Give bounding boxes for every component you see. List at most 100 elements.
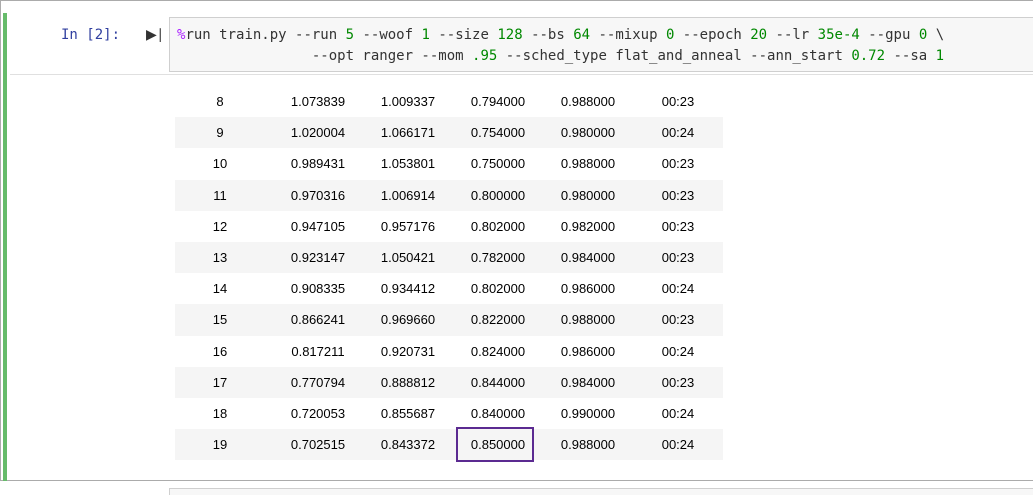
table-cell: 0.843372 <box>363 429 453 461</box>
code-token: \ <box>927 27 945 43</box>
code-token: 1 <box>421 27 430 43</box>
code-token: --opt ranger --mom <box>177 48 473 64</box>
code-token: 35e-4 <box>817 27 860 43</box>
table-cell: 0.970316 <box>273 179 363 211</box>
table-cell: 0.988000 <box>560 156 616 172</box>
code-token: --bs <box>522 27 574 43</box>
table-cell: 1.066171 <box>363 117 453 149</box>
next-code-cell[interactable] <box>169 488 1033 495</box>
code-token: --gpu <box>859 27 919 43</box>
table-cell: 0.782000 <box>453 241 543 274</box>
code-token: --sa <box>885 48 936 64</box>
table-row: 11 0.970316 1.006914 0.800000 0.980000 00:23 <box>175 179 723 211</box>
training-results-table: 8 1.073839 1.009337 0.794000 0.988000 00:23 9 1… <box>175 86 723 461</box>
table-cell: 00:23 <box>633 179 723 211</box>
code-token: 64 <box>573 27 591 43</box>
table-cell: 0.989431 <box>290 156 346 172</box>
code-token: 0.72 <box>851 48 886 64</box>
table-cell: 0.822000 <box>453 304 543 336</box>
table-cell: 1.073839 <box>290 94 346 110</box>
table-cell: 0.888812 <box>363 366 453 398</box>
epoch-cell: 10 <box>212 156 228 172</box>
table-cell: 00:23 <box>633 366 723 398</box>
code-line: %run train.py --run 5 --woof 1 --size 12… <box>177 25 1033 46</box>
table-cell: 0.770794 <box>273 366 363 398</box>
table-cell: 00:23 <box>661 94 695 110</box>
notebook-page: In [2]: ▶∣ %run train.py --run 5 --woof … <box>0 0 1033 495</box>
code-token: run train.py --run <box>185 27 346 43</box>
run-cell-icon[interactable]: ▶∣ <box>146 27 164 43</box>
table-cell: 0.802000 <box>470 281 526 297</box>
table-cell: 0.720053 <box>290 405 346 421</box>
table-cell: 0.957176 <box>380 218 436 234</box>
table-row: 12 0.947105 0.957176 0.802000 0.982000 00:23 <box>175 211 723 242</box>
table-cell: 1.050421 <box>363 241 453 274</box>
table-cell: 0.980000 <box>543 117 633 149</box>
table-row: 16 0.817211 0.920731 0.824000 0.986000 00:24 <box>175 336 723 367</box>
epoch-cell: 9 <box>175 117 273 149</box>
table-cell: 1.009337 <box>380 94 436 110</box>
code-token: --mixup <box>590 27 666 43</box>
table-cell: 00:23 <box>633 304 723 336</box>
table-row: 17 0.770794 0.888812 0.844000 0.984000 00:23 <box>175 366 723 398</box>
table-cell: 0.947105 <box>290 218 346 234</box>
table-cell: 0.800000 <box>453 179 543 211</box>
table-cell: 0.824000 <box>470 343 526 359</box>
table-row: 14 0.908335 0.934412 0.802000 0.986000 00:24 <box>175 273 723 304</box>
table-cell: 0.986000 <box>560 281 616 297</box>
table-cell: 0.802000 <box>470 218 526 234</box>
table-cell: 0.988000 <box>543 429 633 461</box>
table-cell: 00:24 <box>661 405 695 421</box>
table-row: 18 0.720053 0.855687 0.840000 0.990000 00:24 <box>175 398 723 429</box>
code-line: --opt ranger --mom .95 --sched_type flat… <box>177 46 1033 67</box>
code-editor[interactable]: %run train.py --run 5 --woof 1 --size 12… <box>169 17 1033 72</box>
table-cell: 0.750000 <box>470 156 526 172</box>
table-cell: 1.020004 <box>273 117 363 149</box>
code-token: --size <box>429 27 498 43</box>
table-cell: 00:23 <box>661 156 695 172</box>
table-cell: 0.988000 <box>560 94 616 110</box>
table-cell: 0.982000 <box>560 218 616 234</box>
table-cell: 00:23 <box>633 241 723 274</box>
table-cell: 0.908335 <box>290 281 346 297</box>
code-token: 5 <box>345 27 355 43</box>
table-cell: 1.006914 <box>363 179 453 211</box>
table-cell: 0.988000 <box>543 304 633 336</box>
table-row: 15 0.866241 0.969660 0.822000 0.988000 00:23 <box>175 304 723 336</box>
code-token: --woof <box>354 27 422 43</box>
table-cell: 00:23 <box>661 218 695 234</box>
code-token: --lr <box>767 27 818 43</box>
table-cell: 0.866241 <box>273 304 363 336</box>
table-row: 19 0.702515 0.843372 0.850000 0.988000 00:24 <box>175 429 723 461</box>
code-token: 20 <box>750 27 768 43</box>
epoch-cell: 16 <box>212 343 228 359</box>
table-cell: 00:24 <box>661 281 695 297</box>
table-cell: 0.980000 <box>543 179 633 211</box>
table-cell: 0.920731 <box>380 343 436 359</box>
table-cell: 0.934412 <box>380 281 436 297</box>
table-cell: 0.984000 <box>543 366 633 398</box>
table-cell: 0.990000 <box>560 405 616 421</box>
highlighted-value-box <box>456 427 534 462</box>
input-prompt: In [2]: <box>61 27 121 43</box>
table-cell: 00:24 <box>633 117 723 149</box>
table-row: 8 1.073839 1.009337 0.794000 0.988000 00:23 <box>175 86 723 117</box>
table-cell: 0.754000 <box>453 117 543 149</box>
epoch-cell: 18 <box>212 405 228 421</box>
table-cell: 0.923147 <box>273 241 363 274</box>
table-cell: 0.702515 <box>273 429 363 461</box>
table-cell: 0.794000 <box>470 94 526 110</box>
table-row: 10 0.989431 1.053801 0.750000 0.988000 00:23 <box>175 148 723 179</box>
cell-selection-bar <box>3 13 7 481</box>
table-cell: 0.969660 <box>363 304 453 336</box>
table-cell: 0.984000 <box>543 241 633 274</box>
table-cell: 00:24 <box>661 343 695 359</box>
table-cell: 0.817211 <box>291 343 345 359</box>
table-cell: 0.855687 <box>380 405 436 421</box>
table-cell: 0.844000 <box>453 366 543 398</box>
code-token: --sched_type flat_and_anneal --ann_start <box>497 48 852 64</box>
table-cell: 0.840000 <box>470 405 526 421</box>
code-token: --epoch <box>674 27 751 43</box>
table-row: 13 0.923147 1.050421 0.782000 0.984000 00:23 <box>175 241 723 274</box>
code-token: 128 <box>497 27 523 43</box>
